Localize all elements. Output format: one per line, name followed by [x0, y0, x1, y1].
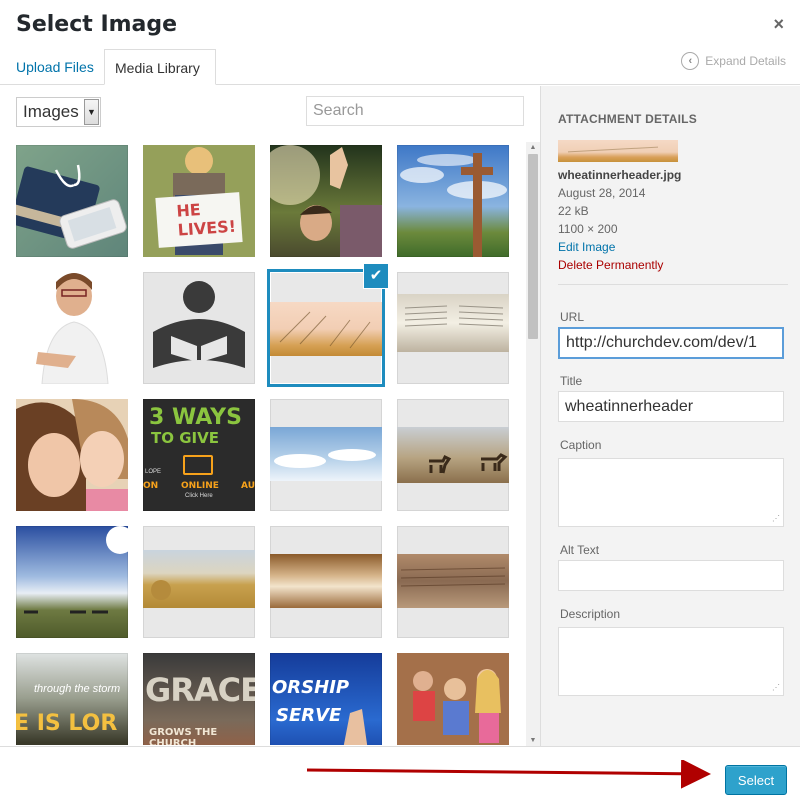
cross-image — [400, 153, 507, 257]
thumbnail-through-the-storm[interactable]: through the storm E IS LOR — [16, 653, 128, 745]
he-lives-text: HE LIVES! — [175, 200, 237, 240]
to-give-text: TO GIVE — [151, 429, 219, 447]
grows-church-text: GROWS THE CHURCH — [149, 727, 218, 745]
thumbnail-reading-icon[interactable] — [143, 272, 255, 384]
alt-text-field[interactable] — [558, 560, 784, 591]
e-is-lor-text: E IS LOR — [16, 711, 118, 736]
media-modal: Select Image × Upload Files Media Librar… — [0, 0, 800, 805]
thumbnail-wheat-text[interactable] — [397, 526, 509, 638]
attachment-filename: wheatinnerheader.jpg — [558, 168, 682, 182]
thumbnail-wheatinnerheader[interactable] — [267, 269, 385, 387]
horse-silhouettes — [429, 453, 508, 474]
thumbnail-man-praying[interactable] — [270, 145, 382, 257]
search-input[interactable] — [306, 96, 524, 126]
filter-value: Images — [23, 102, 79, 121]
lope-partial-text: LOPE — [145, 469, 162, 475]
right-partial-text: AU — [241, 481, 255, 491]
left-partial-text: ON — [143, 481, 159, 491]
woman-portrait-image — [16, 272, 128, 384]
media-type-filter[interactable]: Images ▼ — [16, 97, 101, 127]
tab-media-library[interactable]: Media Library — [104, 49, 216, 85]
thumbnail-woman-portrait[interactable] — [16, 272, 128, 384]
grace-text: GRACE — [145, 671, 255, 709]
thumbnail-children-seated[interactable] — [397, 653, 509, 745]
attachment-details-sidebar: ATTACHMENT DETAILS wheatinnerheader.jpg … — [540, 86, 800, 746]
url-label: URL — [560, 310, 585, 324]
thumbnail-sky-clouds[interactable] — [270, 399, 382, 511]
title-label: Title — [560, 374, 583, 388]
caption-field[interactable]: ⋰ — [558, 458, 784, 527]
description-field[interactable]: ⋰ — [558, 627, 784, 696]
thumbnail-horses-sunset[interactable] — [16, 526, 128, 638]
thumbnail-two-women[interactable] — [16, 399, 128, 511]
two-women-image — [16, 399, 128, 511]
thumbnail-worship-serve[interactable]: ORSHIP SERVE — [270, 653, 382, 745]
cloud-shapes — [274, 449, 376, 468]
dropdown-arrow-icon[interactable]: ▼ — [84, 99, 99, 125]
alt-text-label: Alt Text — [560, 543, 600, 557]
thumbnail-he-lives-sign[interactable]: HE LIVES! — [143, 145, 255, 257]
scroll-up-arrow-icon[interactable]: ▲ — [526, 142, 540, 154]
children-image — [397, 653, 509, 745]
edit-image-link[interactable]: Edit Image — [558, 240, 615, 254]
description-label: Description — [560, 607, 621, 621]
thumbnail-3-ways-to-give[interactable]: 3 WAYS TO GIVE ONLINE Click Here ON AU L… — [143, 399, 255, 511]
thumbnail-horses-field[interactable] — [397, 399, 509, 511]
attachment-date: August 28, 2014 — [558, 186, 646, 200]
details-divider — [558, 284, 788, 285]
bible-text-lines — [404, 305, 504, 327]
scroll-thumb[interactable] — [528, 154, 538, 339]
horses-sunset-image — [24, 526, 128, 614]
hay-bale-shapes — [151, 580, 171, 600]
expand-details-label: Expand Details — [705, 54, 786, 68]
tab-bar: Upload Files Media Library ‹ Expand Deta… — [0, 47, 800, 85]
through-the-storm-text: through the storm — [34, 683, 121, 695]
thumbnail-open-bible[interactable] — [397, 272, 509, 384]
tab-upload-files[interactable]: Upload Files — [6, 49, 104, 85]
thumbnail-grace-grows[interactable]: GRACE GROWS THE CHURCH — [143, 653, 255, 745]
grid-scrollbar[interactable]: ▲ ▼ — [526, 142, 540, 747]
bible-phone-image — [16, 164, 127, 249]
annotation-arrow-icon — [306, 760, 711, 789]
thumbnail-hay-bales[interactable] — [143, 526, 255, 638]
close-icon[interactable]: × — [773, 14, 784, 35]
man-praying-image — [270, 145, 382, 257]
delete-permanently-link[interactable]: Delete Permanently — [558, 258, 663, 272]
expand-details-button[interactable]: ‹ Expand Details — [681, 52, 786, 70]
faint-script-lines — [400, 567, 506, 587]
reading-person-icon — [153, 281, 245, 368]
attachment-details-heading: ATTACHMENT DETAILS — [558, 112, 697, 126]
thumbnail-bible-earbuds-phone[interactable] — [16, 145, 128, 257]
click-here-text: Click Here — [185, 493, 213, 499]
attachment-preview-thumbnail — [558, 140, 678, 162]
selected-checkmark-icon[interactable]: ✔ — [364, 264, 388, 288]
url-field[interactable] — [558, 327, 784, 359]
monitor-icon — [183, 455, 213, 475]
wheat-closeup-band — [270, 554, 382, 608]
resize-grip-icon[interactable]: ⋰ — [772, 684, 780, 692]
resize-grip-icon[interactable]: ⋰ — [772, 515, 780, 523]
attachment-size: 22 kB — [558, 204, 589, 218]
modal-title: Select Image — [16, 12, 178, 37]
wheat-stalks — [279, 311, 371, 349]
select-button[interactable]: Select — [725, 765, 787, 795]
thumbnail-wooden-cross[interactable] — [397, 145, 509, 257]
title-field[interactable] — [558, 391, 784, 422]
thumbnail-wheat-closeup[interactable] — [270, 526, 382, 638]
attachments-grid: HE LIVES! 3 WAYS TO GIVE ONLINE Click He… — [16, 145, 516, 745]
caption-label: Caption — [560, 438, 602, 452]
three-ways-text: 3 WAYS — [149, 405, 242, 430]
praying-hands-image — [343, 709, 368, 745]
attachment-dimensions: 1100 × 200 — [558, 222, 618, 236]
chevron-left-icon: ‹ — [681, 52, 700, 70]
online-text: ONLINE — [181, 481, 219, 491]
